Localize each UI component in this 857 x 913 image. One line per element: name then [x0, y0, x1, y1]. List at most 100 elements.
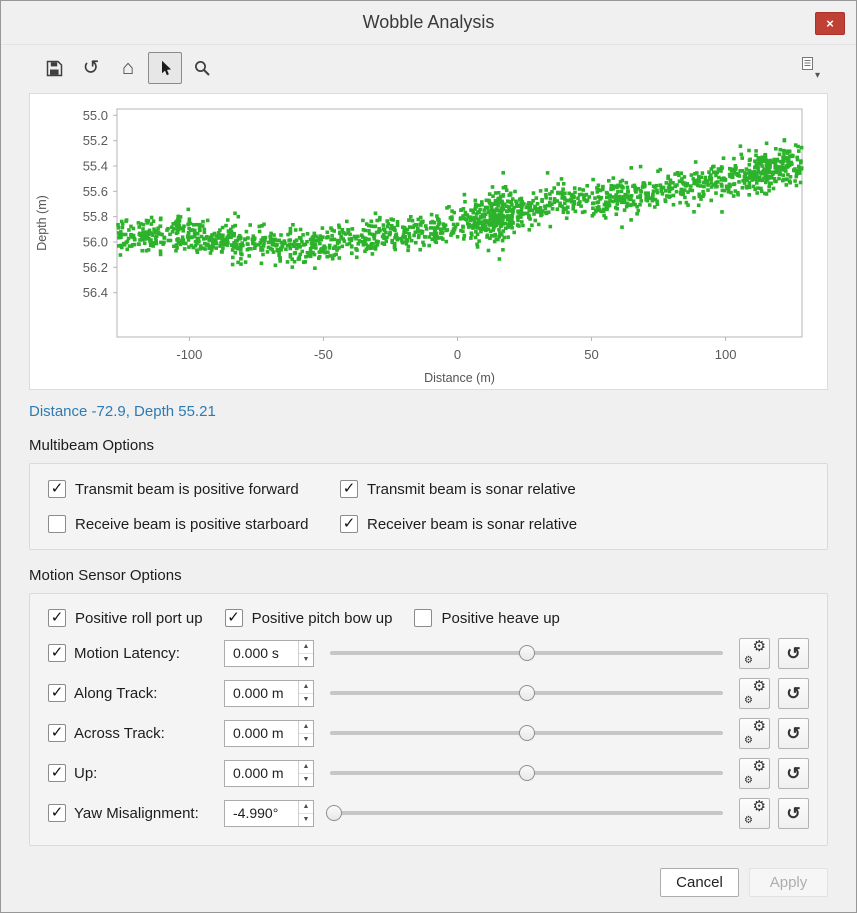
checkbox[interactable]: ✓: [48, 515, 66, 533]
spin-up-button[interactable]: ▲: [299, 801, 313, 814]
titlebar: Wobble Analysis ×: [1, 1, 856, 45]
spin-buttons: ▲ ▼: [298, 641, 313, 666]
checkbox[interactable]: ✓: [340, 515, 358, 533]
checkbox-option[interactable]: ✓ Positive heave up: [414, 609, 559, 627]
spin-down-button[interactable]: ▼: [299, 694, 313, 706]
checkbox[interactable]: ✓: [225, 609, 243, 627]
undo-view-button[interactable]: ↺: [74, 52, 108, 84]
svg-text:56.4: 56.4: [83, 285, 108, 300]
spin-up-button[interactable]: ▲: [299, 761, 313, 774]
checkbox-label: Transmit beam is sonar relative: [367, 481, 576, 498]
slider[interactable]: [326, 723, 727, 743]
spin-up-button[interactable]: ▲: [299, 641, 313, 654]
apply-button: Apply: [749, 868, 828, 897]
dropdown-arrow-icon: ▾: [815, 71, 820, 81]
toolbar: ↺ ⌂ ▾: [1, 45, 856, 87]
checkbox[interactable]: ✓: [414, 609, 432, 627]
chart-panel[interactable]: 55.055.255.455.655.856.056.256.4-100-500…: [29, 93, 828, 390]
settings-button[interactable]: ⚙ ⚙: [739, 758, 770, 789]
motion-row: ✓ Along Track: 0.000 m ▲ ▼ ⚙ ⚙ ↺: [48, 673, 809, 713]
scatter-plot[interactable]: 55.055.255.455.655.856.056.256.4-100-500…: [30, 94, 829, 389]
reset-button[interactable]: ↺: [778, 758, 809, 789]
spin-down-button[interactable]: ▼: [299, 654, 313, 666]
slider-handle[interactable]: [519, 685, 535, 701]
checkbox-label: Positive roll port up: [75, 610, 203, 627]
checkbox-option[interactable]: ✓ Receive beam is positive starboard: [48, 515, 332, 533]
zoom-button[interactable]: [185, 52, 219, 84]
slider-handle[interactable]: [519, 765, 535, 781]
pointer-tool-button[interactable]: [148, 52, 182, 84]
motion-row: ✓ Motion Latency: 0.000 s ▲ ▼ ⚙ ⚙ ↺: [48, 633, 809, 673]
spinbox-value: 0.000 m: [225, 761, 298, 786]
home-button[interactable]: ⌂: [111, 52, 145, 84]
slider-track: [330, 811, 723, 815]
checkbox-option[interactable]: ✓ Receiver beam is sonar relative: [340, 515, 577, 533]
value-spinbox[interactable]: 0.000 m ▲ ▼: [224, 760, 314, 787]
chart-options-button[interactable]: ▾: [794, 55, 828, 81]
motion-row-label: Yaw Misalignment:: [74, 805, 216, 822]
spin-buttons: ▲ ▼: [298, 721, 313, 746]
spinbox-value: -4.990°: [225, 801, 298, 826]
slider-handle[interactable]: [326, 805, 342, 821]
checkbox[interactable]: ✓: [48, 609, 66, 627]
motion-row-label: Motion Latency:: [74, 645, 216, 662]
spin-down-button[interactable]: ▼: [299, 734, 313, 746]
spin-down-button[interactable]: ▼: [299, 774, 313, 786]
checkbox[interactable]: ✓: [48, 684, 66, 702]
slider[interactable]: [326, 683, 727, 703]
slider-handle[interactable]: [519, 645, 535, 661]
checkbox-label: Positive heave up: [441, 610, 559, 627]
value-spinbox[interactable]: -4.990° ▲ ▼: [224, 800, 314, 827]
motion-row-label: Up:: [74, 765, 216, 782]
svg-text:55.2: 55.2: [83, 133, 108, 148]
undo-icon: ↺: [786, 725, 800, 742]
checkmark-icon: ✓: [51, 610, 64, 625]
checkbox[interactable]: ✓: [48, 804, 66, 822]
spin-buttons: ▲ ▼: [298, 761, 313, 786]
checkmark-icon: ✓: [343, 516, 356, 531]
undo-icon: ↺: [786, 685, 800, 702]
checkmark-icon: ✓: [51, 645, 64, 660]
magnifier-icon: [194, 60, 211, 77]
checkbox-option[interactable]: ✓ Transmit beam is positive forward: [48, 480, 332, 498]
reset-button[interactable]: ↺: [778, 638, 809, 669]
settings-button[interactable]: ⚙ ⚙: [739, 638, 770, 669]
checkbox-label: Positive pitch bow up: [252, 610, 393, 627]
slider[interactable]: [326, 803, 727, 823]
svg-text:55.4: 55.4: [83, 159, 108, 174]
close-button[interactable]: ×: [815, 12, 845, 35]
save-button[interactable]: [37, 52, 71, 84]
cancel-button[interactable]: Cancel: [660, 868, 739, 897]
checkbox[interactable]: ✓: [48, 644, 66, 662]
motion-row: ✓ Up: 0.000 m ▲ ▼ ⚙ ⚙ ↺: [48, 753, 809, 793]
checkbox[interactable]: ✓: [48, 724, 66, 742]
checkbox-option[interactable]: ✓ Transmit beam is sonar relative: [340, 480, 577, 498]
motion-row: ✓ Yaw Misalignment: -4.990° ▲ ▼ ⚙ ⚙ ↺: [48, 793, 809, 833]
reset-button[interactable]: ↺: [778, 798, 809, 829]
slider[interactable]: [326, 763, 727, 783]
settings-button[interactable]: ⚙ ⚙: [739, 718, 770, 749]
slider-handle[interactable]: [519, 725, 535, 741]
checkbox[interactable]: ✓: [48, 480, 66, 498]
checkbox-label: Receive beam is positive starboard: [75, 516, 308, 533]
slider[interactable]: [326, 643, 727, 663]
spin-up-button[interactable]: ▲: [299, 681, 313, 694]
motion-row: ✓ Across Track: 0.000 m ▲ ▼ ⚙ ⚙ ↺: [48, 713, 809, 753]
checkbox-option[interactable]: ✓ Positive roll port up: [48, 609, 203, 627]
spin-up-button[interactable]: ▲: [299, 721, 313, 734]
value-spinbox[interactable]: 0.000 s ▲ ▼: [224, 640, 314, 667]
reset-button[interactable]: ↺: [778, 718, 809, 749]
settings-button[interactable]: ⚙ ⚙: [739, 798, 770, 829]
settings-button[interactable]: ⚙ ⚙: [739, 678, 770, 709]
value-spinbox[interactable]: 0.000 m ▲ ▼: [224, 680, 314, 707]
multibeam-grid: ✓ Transmit beam is positive forward ✓ Tr…: [30, 464, 827, 549]
svg-text:Distance (m): Distance (m): [424, 371, 495, 385]
checkbox[interactable]: ✓: [48, 764, 66, 782]
value-spinbox[interactable]: 0.000 m ▲ ▼: [224, 720, 314, 747]
checkbox[interactable]: ✓: [340, 480, 358, 498]
motion-row-label: Across Track:: [74, 725, 216, 742]
spin-down-button[interactable]: ▼: [299, 814, 313, 826]
checkbox-option[interactable]: ✓ Positive pitch bow up: [225, 609, 393, 627]
reset-button[interactable]: ↺: [778, 678, 809, 709]
svg-text:55.0: 55.0: [83, 108, 108, 123]
